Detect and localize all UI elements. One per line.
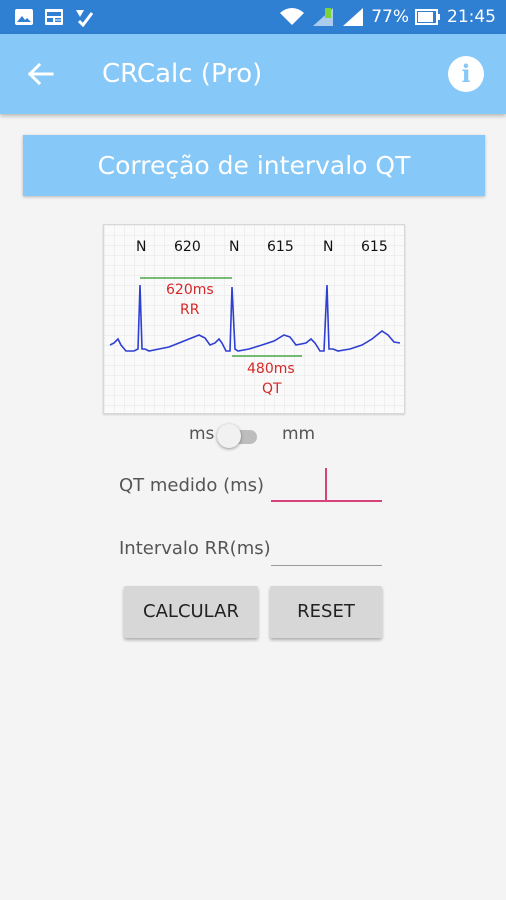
section-banner: Correção de intervalo QT xyxy=(23,135,485,196)
beat-label: N xyxy=(136,239,146,255)
toggle-thumb[interactable] xyxy=(217,424,241,448)
svg-text:2: 2 xyxy=(344,10,350,21)
text-cursor xyxy=(325,468,327,500)
input-underline xyxy=(271,500,382,502)
calculate-button[interactable]: CALCULAR xyxy=(124,586,258,638)
wifi-icon xyxy=(280,8,305,25)
input-underline xyxy=(271,565,382,566)
reset-button[interactable]: RESET xyxy=(270,586,382,638)
clock: 21:45 xyxy=(447,7,496,27)
gallery-icon xyxy=(15,9,33,25)
status-bar: 2 77% 21:45 xyxy=(0,0,506,34)
rr-number: 620 xyxy=(174,239,201,255)
beat-label: N xyxy=(323,239,333,255)
qt-value: 480ms xyxy=(247,361,295,377)
rr-number: 615 xyxy=(267,239,294,255)
info-icon[interactable]: i xyxy=(448,56,484,92)
qt-measured-label: QT medido (ms) xyxy=(119,475,265,496)
rr-value: 620ms xyxy=(166,282,214,298)
app-title: CRCalc (Pro) xyxy=(102,59,263,89)
beat-label: N xyxy=(229,239,239,255)
checklist-icon xyxy=(76,10,94,27)
news-icon xyxy=(45,9,63,25)
unit-mm-label: mm xyxy=(282,424,316,444)
back-arrow-icon[interactable] xyxy=(24,58,56,90)
app-bar: CRCalc (Pro) i xyxy=(0,34,506,114)
ecg-illustration: N 620 N 615 N 615 620ms RR 480ms QT xyxy=(103,224,405,414)
signal-2-icon: 2 xyxy=(343,8,364,26)
rr-label: RR xyxy=(180,302,200,318)
unit-ms-label: ms xyxy=(189,424,215,444)
unit-toggle[interactable]: ms mm xyxy=(189,421,329,449)
qt-measured-input[interactable] xyxy=(271,468,382,502)
qt-label: QT xyxy=(262,381,282,397)
rr-interval-input[interactable] xyxy=(271,532,382,566)
signal-icon xyxy=(313,8,334,26)
battery-percent: 77% xyxy=(371,7,409,27)
rr-interval-label: Intervalo RR(ms) xyxy=(119,538,271,559)
rr-number: 615 xyxy=(361,239,388,255)
battery-icon xyxy=(415,9,440,25)
